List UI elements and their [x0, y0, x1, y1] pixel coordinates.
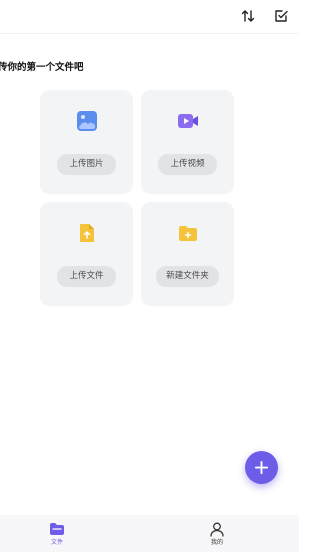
add-fab-button[interactable] [245, 451, 278, 484]
upload-video-label: 上传视频 [158, 154, 217, 175]
folder-tab-icon [50, 523, 64, 535]
edit-check-icon[interactable] [273, 8, 289, 24]
tab-mine-label: 我的 [210, 539, 223, 546]
upload-image-label: 上传图片 [57, 154, 116, 175]
upload-video-card[interactable]: 上传视频 [141, 90, 234, 194]
plus-icon [254, 460, 269, 475]
video-icon [177, 110, 199, 132]
tab-files-label: 文件 [50, 539, 63, 546]
image-icon [76, 110, 98, 132]
bottom-tab-bar: 文件 我的 [0, 515, 299, 552]
tab-files[interactable]: 文件 [37, 521, 77, 551]
file-upload-icon [76, 222, 98, 244]
empty-hint-text: 传你的第一个文件吧 [0, 62, 84, 73]
upload-image-card[interactable]: 上传图片 [40, 90, 133, 194]
upload-file-label: 上传文件 [57, 266, 116, 287]
header-divider [0, 33, 299, 34]
upload-file-card[interactable]: 上传文件 [40, 202, 133, 306]
folder-icon [177, 222, 199, 244]
top-bar [0, 0, 299, 32]
new-folder-card[interactable]: 新建文件夹 [141, 202, 234, 306]
person-icon [210, 522, 224, 537]
sort-icon[interactable] [240, 8, 256, 24]
tab-mine[interactable]: 我的 [197, 521, 237, 551]
new-folder-label: 新建文件夹 [156, 266, 219, 287]
